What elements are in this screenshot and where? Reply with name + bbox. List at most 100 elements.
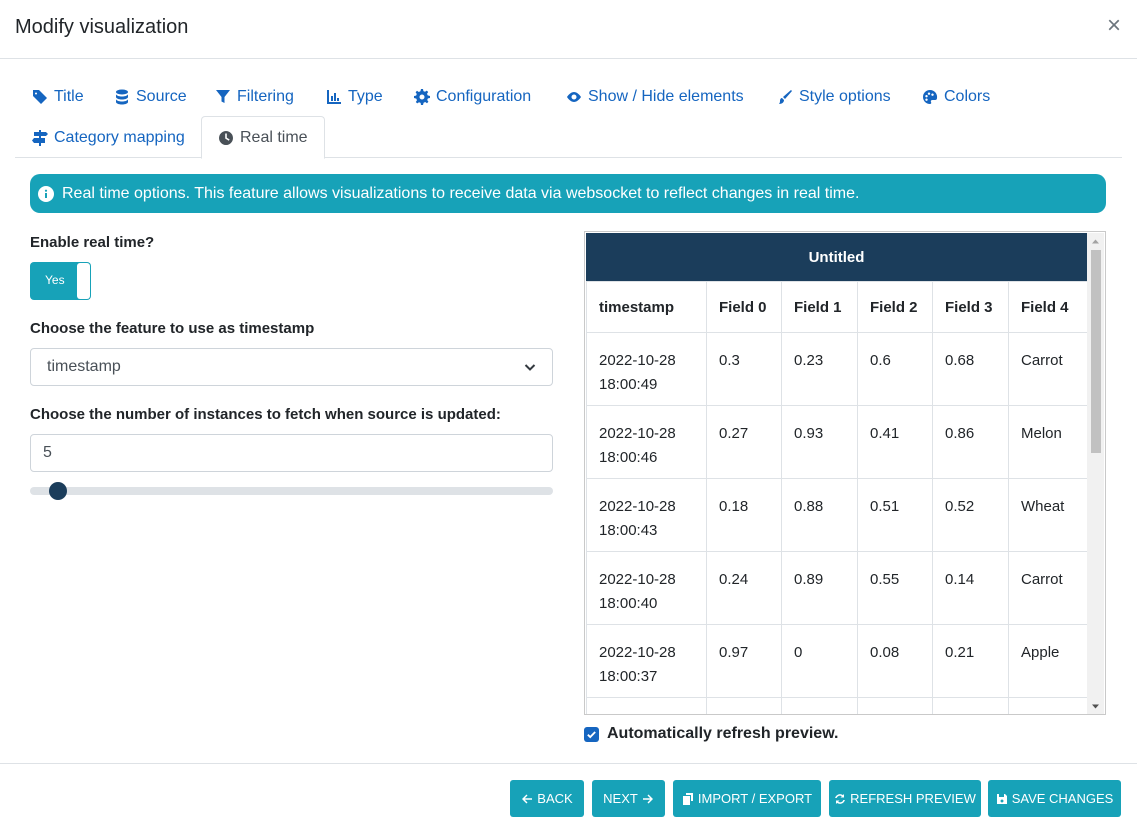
table-cell: Melon xyxy=(1008,405,1088,479)
table-cell: 0.68 xyxy=(932,332,1009,406)
table-cell: 0.41 xyxy=(857,405,933,479)
instances-slider-track[interactable] xyxy=(30,487,553,495)
table-cell: 0.89 xyxy=(781,551,858,625)
close-button[interactable]: × xyxy=(1107,14,1121,38)
timestamp-cell: 2022-10-28 18:00:49 xyxy=(586,332,707,406)
tab-category-mapping[interactable]: Category mapping xyxy=(30,118,187,158)
tab-label: Source xyxy=(136,88,187,105)
next-button-label: NEXT xyxy=(603,791,638,806)
save-changes-button[interactable]: SAVE CHANGES xyxy=(988,780,1121,817)
instances-slider-thumb[interactable] xyxy=(49,482,67,500)
chevron-down-icon xyxy=(524,364,536,371)
refresh-preview-button[interactable]: REFRESH PREVIEW xyxy=(829,780,981,817)
info-circle-icon xyxy=(38,185,54,202)
table-cell: Apple xyxy=(1008,624,1088,698)
auto-refresh-row: Automatically refresh preview. xyxy=(584,725,839,743)
scroll-up-icon[interactable] xyxy=(1091,237,1100,246)
tab-show-hide-elements[interactable]: Show / Hide elements xyxy=(564,77,746,117)
table-cell: 0.21 xyxy=(932,624,1009,698)
column-header: Field 3 xyxy=(932,281,1009,333)
back-button[interactable]: BACK xyxy=(510,780,584,817)
tab-real-time[interactable]: Real time xyxy=(201,116,325,159)
arrow-left-icon xyxy=(522,794,533,803)
tab-configuration[interactable]: Configuration xyxy=(412,77,533,117)
timestamp-cell: 2022-10-28 18:00:40 xyxy=(586,551,707,625)
table-row: 2022-10-28 18:00:37 0.97 0 0.08 0.21 Apple xyxy=(586,624,1088,698)
arrow-right-icon xyxy=(642,794,653,803)
table-row: 2022-10-28 18:00:49 0.3 0.23 0.6 0.68 Carrot xyxy=(586,332,1088,406)
table-cell: 0.18 xyxy=(706,478,782,552)
tab-type[interactable]: Type xyxy=(324,77,385,117)
table-body: 2022-10-28 18:00:49 0.3 0.23 0.6 0.68 Carrot 2… xyxy=(586,332,1088,714)
table-cell: 0 xyxy=(781,624,858,698)
preview-scrollbar[interactable] xyxy=(1087,233,1104,714)
tab-filtering[interactable]: Filtering xyxy=(213,77,296,117)
auto-refresh-checkbox[interactable] xyxy=(584,726,599,742)
tab-label: Type xyxy=(348,88,383,105)
table-cell: Carrot xyxy=(1008,332,1088,406)
back-button-label: BACK xyxy=(537,791,573,806)
column-header: Field 0 xyxy=(706,281,782,333)
toggle-label: Yes xyxy=(45,273,65,287)
column-header: Field 4 xyxy=(1008,281,1088,333)
modal-header: Modify visualization × xyxy=(0,0,1137,59)
tab-colors[interactable]: Colors xyxy=(920,77,992,117)
table-cell: 0.86 xyxy=(932,405,1009,479)
timestamp-cell: 2022-10-28 18:00:46 xyxy=(586,405,707,479)
database-icon xyxy=(116,89,128,105)
preview-table: timestamp Field 0 Field 1 Field 2 Field … xyxy=(586,281,1088,714)
tag-icon xyxy=(33,90,47,104)
table-cell xyxy=(932,697,1009,714)
modal-title: Modify visualization xyxy=(15,16,189,38)
chart-bar-icon xyxy=(327,90,341,104)
alert-text: Real time options. This feature allows v… xyxy=(62,184,860,202)
table-cell xyxy=(1008,697,1088,714)
tab-label: Colors xyxy=(944,88,991,105)
preview-panel: Untitled timestamp Field 0 Field 1 Field… xyxy=(584,231,1106,715)
timestamp-cell: 2022-10-28 18:00:37 xyxy=(586,624,707,698)
timestamp-select[interactable]: timestamp xyxy=(30,348,553,386)
signs-icon xyxy=(32,130,48,146)
real-time-toggle[interactable]: Yes xyxy=(30,262,91,300)
tab-label: Real time xyxy=(240,128,308,146)
table-row: 2022-10-28 18:00:46 0.27 0.93 0.41 0.86 Melon xyxy=(586,405,1088,479)
refresh-preview-button-label: REFRESH PREVIEW xyxy=(850,791,976,806)
clock-icon xyxy=(219,130,234,145)
import-export-button-label: IMPORT / EXPORT xyxy=(697,791,813,806)
table-cell: 0.93 xyxy=(781,405,858,479)
table-cell: 0.51 xyxy=(857,478,933,552)
next-button[interactable]: NEXT xyxy=(592,780,665,817)
save-icon xyxy=(996,793,1007,804)
instances-input[interactable]: 5 xyxy=(30,434,553,472)
import-export-button[interactable]: IMPORT / EXPORT xyxy=(673,780,821,817)
brush-icon xyxy=(779,90,792,104)
tab-source[interactable]: Source xyxy=(112,77,189,117)
table-row xyxy=(586,697,1088,714)
table-cell: 0.52 xyxy=(932,478,1009,552)
table-cell: Wheat xyxy=(1008,478,1088,552)
eye-icon xyxy=(567,92,581,102)
table-cell: 0.27 xyxy=(706,405,782,479)
tab-title[interactable]: Title xyxy=(30,77,86,117)
table-cell: Carrot xyxy=(1008,551,1088,625)
table-cell: 0.55 xyxy=(857,551,933,625)
tab-label: Filtering xyxy=(237,88,294,105)
info-alert: Real time options. This feature allows v… xyxy=(30,174,1106,213)
tab-label: Style options xyxy=(799,88,891,105)
column-header: Field 2 xyxy=(857,281,933,333)
timestamp-cell: 2022-10-28 18:00:43 xyxy=(586,478,707,552)
column-header: Field 1 xyxy=(781,281,858,333)
table-header-row: timestamp Field 0 Field 1 Field 2 Field … xyxy=(586,281,1088,333)
instances-label: Choose the number of instances to fetch … xyxy=(30,406,501,423)
tab-label: Configuration xyxy=(436,88,532,105)
tab-bar: Title Source Filtering Type Configuratio… xyxy=(15,75,1122,159)
instances-input-value: 5 xyxy=(43,444,52,461)
table-row: 2022-10-28 18:00:43 0.18 0.88 0.51 0.52 Wheat xyxy=(586,478,1088,552)
palette-icon xyxy=(923,89,938,104)
scroll-down-icon[interactable] xyxy=(1091,702,1100,711)
tab-label: Show / Hide elements xyxy=(588,88,744,105)
timestamp-select-value: timestamp xyxy=(47,358,121,375)
table-cell: 0.88 xyxy=(781,478,858,552)
tab-style-options[interactable]: Style options xyxy=(775,77,893,117)
scroll-thumb[interactable] xyxy=(1091,250,1101,453)
